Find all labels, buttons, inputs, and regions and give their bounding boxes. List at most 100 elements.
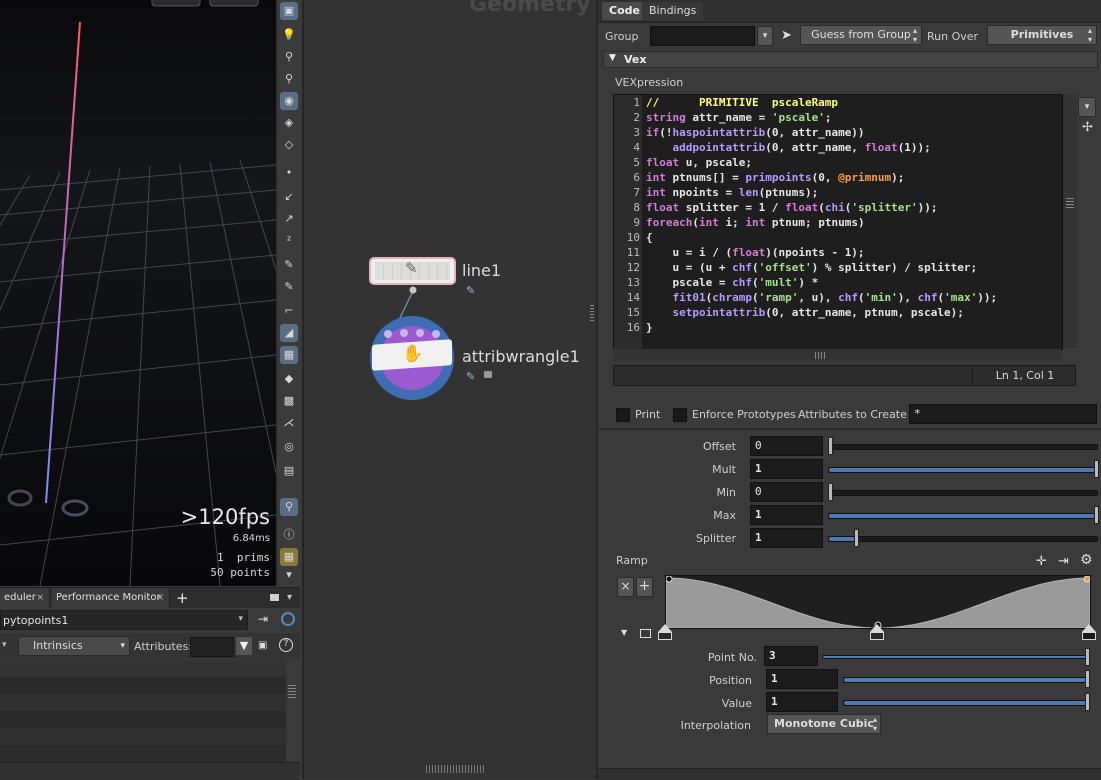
vex-section-header[interactable]: ▼ Vex [603, 51, 1098, 68]
code-line[interactable]: int ptnums[] = primpoints(0, @primnum); [646, 171, 904, 184]
ramp-key[interactable] [658, 624, 672, 632]
network-editor[interactable]: Geometry ✎ line1 ✎ ✋ attribwrangle1 ✎ [302, 0, 596, 779]
pane-resize-handle[interactable] [288, 685, 296, 699]
run-over-dropdown[interactable]: Primitives ▴ ▾ [987, 25, 1097, 45]
chevron-down-icon[interactable]: ▼ [621, 628, 627, 637]
tab-bindings[interactable]: Bindings [642, 2, 704, 20]
object-icon[interactable]: ◆ [280, 370, 298, 388]
code-line[interactable]: float u, pscale; [646, 156, 752, 169]
param-slider-max[interactable] [828, 506, 1099, 524]
code-line[interactable]: u = (u + chf('offset') % splitter) / spl… [646, 261, 977, 274]
add-spare-icon[interactable]: ✢ [1082, 120, 1093, 135]
table-row[interactable] [0, 694, 286, 712]
info-icon[interactable]: ⓘ [280, 526, 298, 544]
filter-icon[interactable]: ▼ [236, 637, 252, 655]
interpolation-dropdown[interactable]: Monotone Cubic ▴ ▾ [767, 714, 881, 734]
code-line[interactable]: if(!haspointattrib(0, attr_name)) [646, 126, 865, 139]
layout-icon[interactable]: ▦ [280, 548, 298, 566]
ramp-key[interactable] [1082, 624, 1096, 632]
slider-thumb[interactable] [828, 483, 833, 501]
table-row[interactable] [0, 660, 286, 678]
pane-menu-icon[interactable] [270, 594, 279, 601]
brush-icon[interactable]: ✎ [280, 256, 298, 274]
slider-thumb[interactable] [828, 437, 833, 455]
ghost-icon[interactable]: ◇ [280, 136, 298, 154]
slider-thumb[interactable] [1094, 506, 1099, 524]
param-input-offset[interactable]: 0 [750, 436, 823, 456]
code-line[interactable]: fit01(chramp('ramp', u), chf('min'), chf… [646, 291, 998, 304]
node-attribwrangle1[interactable]: ✋ [370, 316, 454, 400]
numbers-icon[interactable]: ² [280, 232, 298, 250]
code-line[interactable]: // PRIMITIVE pscaleRamp [646, 96, 838, 109]
chevron-down-icon[interactable]: ▾ [287, 588, 292, 608]
table-row[interactable] [0, 728, 286, 746]
chevron-down-icon[interactable]: ▾ [280, 566, 298, 584]
position-input[interactable]: 1 [766, 669, 838, 689]
point-icon[interactable]: • [280, 164, 298, 182]
enforce-prototypes-checkbox[interactable] [673, 408, 687, 422]
code-line[interactable]: int npoints = len(ptnums); [646, 186, 818, 199]
shading-icon[interactable]: ◉ [280, 92, 298, 110]
code-line[interactable]: addpointattrib(0, attr_name, float(1)); [646, 141, 931, 154]
node-path-field[interactable]: pytopoints1 ▾ [0, 610, 248, 630]
split-icon[interactable]: ⋌ [280, 414, 298, 432]
ramp-point[interactable] [666, 576, 673, 583]
print-checkbox[interactable] [616, 408, 630, 422]
normal-icon[interactable]: ↗ [280, 210, 298, 228]
slider-thumb[interactable] [1085, 670, 1090, 688]
node-line1[interactable]: ✎ [369, 257, 456, 285]
ramp-point[interactable] [1083, 576, 1090, 583]
group-input[interactable] [650, 26, 755, 46]
ramp-keys-icon[interactable] [640, 629, 651, 638]
code-hscrollbar[interactable] [613, 349, 1061, 361]
vex-code-editor[interactable]: 1 2 3 4 5 6 7 8 9 10 11 12 13 14 15 16 // PRIMITIVE psc… [613, 94, 1063, 350]
attributes-to-create-input[interactable]: * [909, 404, 1097, 424]
light-icon[interactable]: 💡 [280, 26, 298, 44]
table-row[interactable] [0, 677, 286, 695]
slider-thumb[interactable] [1085, 693, 1090, 711]
pane-resize-handle[interactable] [590, 305, 594, 321]
position-slider[interactable] [843, 670, 1090, 688]
grid-icon[interactable]: ▩ [280, 392, 298, 410]
ramp-move-icon[interactable]: ✛ [1036, 554, 1047, 569]
slider-thumb[interactable] [1085, 648, 1090, 666]
headlight-icon[interactable]: ⚲ [280, 70, 298, 88]
point-no-input[interactable]: 3 [764, 646, 818, 666]
point-no-slider[interactable] [822, 648, 1090, 666]
link-icon[interactable] [281, 612, 295, 626]
param-slider-min[interactable] [828, 483, 1098, 501]
copy-icon[interactable]: ▣ [258, 640, 267, 651]
corner-icon[interactable]: ⌐ [280, 302, 298, 320]
line-icon[interactable]: ↙ [280, 188, 298, 206]
param-slider-offset[interactable] [828, 437, 1098, 455]
param-input-mult[interactable]: 1 [750, 459, 823, 479]
pin-icon[interactable]: ⇥ [258, 612, 268, 626]
light-icon[interactable]: ⚲ [280, 48, 298, 66]
param-input-splitter[interactable]: 1 [750, 528, 823, 548]
ramp-arrow-icon[interactable]: ⇥ [1058, 554, 1069, 569]
param-slider-splitter[interactable] [828, 529, 1098, 547]
add-tab-icon[interactable]: + [176, 588, 189, 608]
node-label-line1[interactable]: line1 [462, 261, 501, 280]
ramp-key[interactable] [870, 624, 884, 632]
ramp-delete-button[interactable]: × [617, 577, 634, 597]
code-line[interactable]: foreach(int i; int ptnum; ptnums) [646, 216, 865, 229]
pin-icon[interactable]: ⚲ [280, 498, 298, 516]
tab-performance-monitor[interactable]: Performance Monitor × [52, 588, 170, 608]
close-icon[interactable]: × [156, 588, 164, 608]
network-bottom-handle[interactable] [426, 765, 486, 773]
chevron-down-icon[interactable]: ▾ [2, 640, 7, 650]
camera-icon[interactable]: ▣ [280, 2, 298, 20]
tab-code[interactable]: Code [602, 2, 647, 20]
help-icon[interactable]: ? [279, 638, 293, 652]
value-input[interactable]: 1 [766, 692, 838, 712]
code-line[interactable]: float splitter = 1 / float(chi('splitter… [646, 201, 937, 214]
code-line[interactable]: setpointattrib(0, attr_name, ptnum, psca… [646, 306, 964, 319]
scene-viewport[interactable]: >120fps 6.84ms 1 prims 50 points [0, 0, 276, 586]
code-menu-button[interactable]: ▾ [1078, 97, 1096, 117]
slider-thumb[interactable] [853, 529, 859, 547]
brush-icon[interactable]: ✎ [280, 278, 298, 296]
code-line[interactable]: { [646, 231, 653, 244]
code-line[interactable]: string attr_name = 'pscale'; [646, 111, 831, 124]
chevron-down-icon[interactable]: ▾ [238, 614, 243, 624]
